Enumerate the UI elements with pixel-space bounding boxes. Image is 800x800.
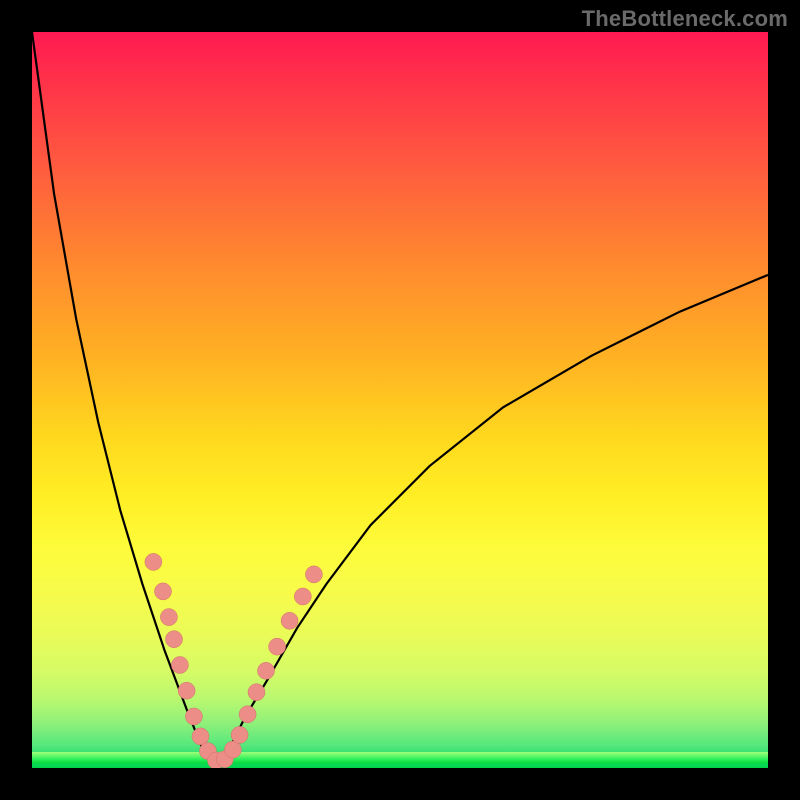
plot-area <box>32 32 768 768</box>
data-marker <box>258 662 275 679</box>
data-marker <box>145 553 162 570</box>
data-marker <box>185 708 202 725</box>
bottleneck-curve <box>32 32 768 768</box>
data-marker <box>281 612 298 629</box>
curve-svg <box>32 32 768 768</box>
data-marker <box>224 741 241 758</box>
data-marker <box>192 728 209 745</box>
data-marker <box>171 657 188 674</box>
chart-frame: TheBottleneck.com <box>0 0 800 800</box>
data-marker <box>160 609 177 626</box>
watermark-text: TheBottleneck.com <box>582 6 788 32</box>
data-marker <box>166 631 183 648</box>
marker-group <box>145 553 323 768</box>
data-marker <box>231 726 248 743</box>
data-marker <box>305 566 322 583</box>
data-marker <box>239 706 256 723</box>
data-marker <box>178 682 195 699</box>
data-marker <box>269 638 286 655</box>
data-marker <box>294 588 311 605</box>
data-marker <box>248 684 265 701</box>
data-marker <box>155 583 172 600</box>
